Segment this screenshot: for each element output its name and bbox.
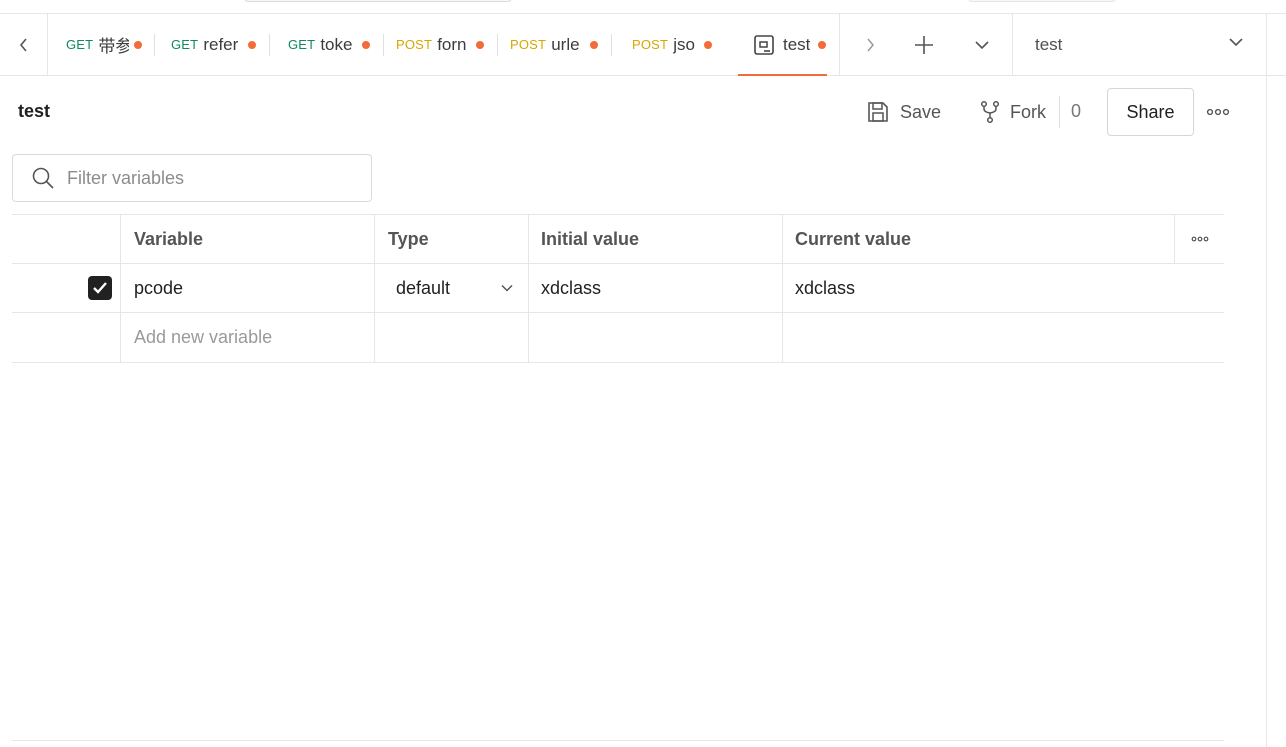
row-select-cell: [12, 313, 120, 362]
tab-label: toke: [320, 34, 353, 54]
empty-current-value-cell[interactable]: [782, 313, 1174, 362]
header-initial-value: Initial value: [528, 215, 782, 263]
empty-initial-value-cell[interactable]: [528, 313, 782, 362]
column-header: Variable: [134, 228, 204, 249]
panel-edge: [1266, 14, 1267, 747]
environment-selector[interactable]: test: [1012, 14, 1266, 75]
search-icon: [32, 167, 54, 189]
fork-divider: [1059, 96, 1060, 128]
new-tab-button[interactable]: [904, 14, 944, 75]
variables-table: Variable Type Initial value Current valu…: [12, 214, 1224, 363]
save-button[interactable]: Save: [860, 92, 947, 132]
chevron-right-icon: [867, 38, 874, 51]
current-value-cell[interactable]: xdclass: [782, 264, 1174, 312]
fork-icon: [980, 100, 1000, 124]
unsaved-dot: [818, 41, 826, 49]
header-select-cell: [12, 215, 120, 263]
unsaved-dot: [362, 41, 370, 49]
unsaved-dot: [590, 41, 598, 49]
add-new-variable-placeholder: Add new variable: [134, 327, 273, 347]
variable-type-value: default: [396, 277, 451, 298]
environment-icon: [754, 34, 774, 55]
chevron-down-icon: [975, 40, 989, 49]
tab-label: refer: [203, 34, 239, 54]
scroll-tabs-right-button[interactable]: [852, 14, 888, 75]
chevron-left-icon: [19, 37, 27, 52]
tab-label: 带参: [98, 37, 130, 56]
filter-variables-input[interactable]: [67, 167, 347, 189]
tab-environment-test[interactable]: test: [738, 14, 839, 76]
row-spacer: [1174, 264, 1224, 312]
column-header: Initial value: [541, 228, 640, 249]
more-horizontal-icon: [1191, 236, 1208, 242]
tab-request-4[interactable]: POST forn: [384, 14, 498, 75]
share-button[interactable]: Share: [1107, 88, 1194, 136]
variable-name: pcode: [134, 277, 184, 298]
unsaved-dot: [248, 41, 256, 49]
row-select-cell: [12, 264, 120, 312]
column-header: Type: [388, 228, 429, 249]
bottom-divider: [12, 740, 1224, 741]
save-label: Save: [900, 101, 942, 122]
fork-count: 0: [1071, 101, 1082, 121]
unsaved-dot: [134, 41, 142, 49]
top-strip: [0, 0, 1286, 14]
table-header-row: Variable Type Initial value Current valu…: [12, 214, 1224, 263]
column-header: Current value: [795, 228, 912, 249]
variable-name-cell[interactable]: pcode: [120, 264, 374, 312]
fork-button[interactable]: Fork: [972, 92, 1052, 132]
unsaved-dot: [704, 41, 712, 49]
tab-method: GET: [288, 37, 316, 52]
tab-list-dropdown[interactable]: [962, 14, 1002, 75]
tab-divider: [839, 14, 840, 75]
plus-icon: [915, 35, 933, 54]
tab-method: POST: [510, 37, 547, 52]
add-new-variable-cell[interactable]: Add new variable: [120, 313, 374, 362]
table-row: pcode default xdclass xdclass: [12, 263, 1224, 312]
more-actions-button[interactable]: [1204, 100, 1232, 124]
add-variable-row: Add new variable: [12, 312, 1224, 363]
tab-bar: GET 带参 GET refer GET toke POST forn POST…: [0, 14, 1286, 76]
variable-type-select[interactable]: default: [396, 278, 514, 299]
initial-value: xdclass: [541, 277, 602, 298]
more-horizontal-icon: [1206, 108, 1230, 116]
header-type: Type: [374, 215, 528, 263]
tab-method: GET: [171, 37, 199, 52]
header-variable: Variable: [120, 215, 374, 263]
tab-request-2[interactable]: GET refer: [155, 14, 270, 75]
tab-method: POST: [632, 37, 669, 52]
column-options-button[interactable]: [1174, 215, 1224, 263]
filter-variables[interactable]: [12, 154, 372, 202]
header-current-value: Current value: [782, 215, 1174, 263]
checkmark-icon: [93, 282, 107, 294]
initial-value-cell[interactable]: xdclass: [528, 264, 782, 312]
empty-type-cell: [374, 313, 528, 362]
tab-label: urle: [551, 34, 580, 54]
tab-request-5[interactable]: POST urle: [498, 14, 612, 75]
save-icon: [868, 102, 888, 122]
variable-type-cell: default: [374, 264, 528, 312]
address-bar-remnant: [244, 0, 512, 2]
tab-label: test: [783, 34, 810, 54]
tab-label: jso: [673, 34, 695, 54]
toolbar-remnant: [968, 0, 1116, 2]
scroll-tabs-left-button[interactable]: [0, 14, 48, 75]
fork-label: Fork: [1010, 101, 1046, 122]
page-title: test: [18, 101, 51, 121]
tab-request-6[interactable]: POST jso: [612, 14, 726, 75]
environment-selected: test: [1035, 34, 1063, 54]
tab-request-3[interactable]: GET toke: [270, 14, 384, 75]
variable-enabled-checkbox[interactable]: [88, 276, 112, 300]
tab-request-1[interactable]: GET 带参: [49, 14, 155, 75]
chevron-down-icon: [501, 284, 513, 292]
tab-label: forn: [437, 34, 467, 54]
row-spacer: [1174, 313, 1224, 362]
current-value: xdclass: [795, 277, 856, 298]
unsaved-dot: [476, 41, 484, 49]
chevron-down-icon: [1229, 38, 1243, 47]
tab-method: GET: [66, 37, 94, 52]
tab-method: POST: [396, 37, 433, 52]
